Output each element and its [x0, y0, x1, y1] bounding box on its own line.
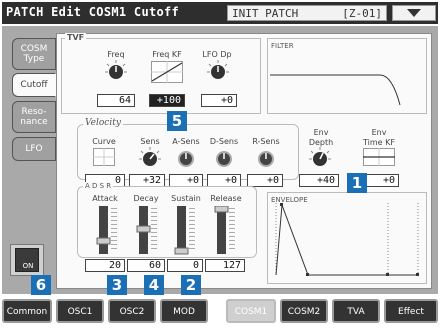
- release-value[interactable]: 127: [205, 259, 245, 272]
- tab-label: Effect: [398, 307, 424, 317]
- on-button-face: ON: [15, 248, 39, 272]
- tab-common[interactable]: Common: [2, 299, 52, 323]
- decay-value[interactable]: 60: [127, 259, 165, 272]
- tab-label: OSC2: [119, 307, 145, 317]
- d-sens-knob[interactable]: [213, 148, 235, 168]
- env-depth-value[interactable]: +40: [299, 174, 339, 187]
- a-sens-label: A-Sens: [172, 137, 200, 146]
- callout-4: 4: [144, 275, 164, 295]
- lfo-depth-label: LFO Dp: [202, 50, 232, 59]
- tab-effect[interactable]: Effect: [384, 299, 438, 323]
- tab-osc1[interactable]: OSC1: [56, 299, 104, 323]
- tab-resonance[interactable]: Reso- nance: [12, 101, 56, 133]
- lfo-depth-value[interactable]: +0: [201, 94, 237, 107]
- tab-tva[interactable]: TVA: [332, 299, 380, 323]
- tab-label: LFO: [25, 144, 43, 154]
- tab-lfo[interactable]: LFO: [12, 137, 56, 161]
- sens-label: Sens: [140, 137, 160, 146]
- sustain-slider[interactable]: [173, 206, 197, 256]
- tab-cosm1[interactable]: COSM1: [226, 299, 276, 323]
- tab-mod[interactable]: MOD: [160, 299, 208, 323]
- attack-slider[interactable]: [95, 206, 119, 256]
- sustain-value[interactable]: 0: [167, 259, 203, 272]
- r-sens-label: R-Sens: [252, 137, 280, 146]
- tab-label: OSC1: [67, 307, 93, 317]
- patch-edit-screen: PATCH Edit COSM1 Cutoff INIT PATCH [Z-01…: [0, 0, 442, 329]
- callout-1: 1: [347, 173, 367, 193]
- envelope-graph: [267, 192, 427, 284]
- tab-label: Reso- nance: [20, 107, 48, 127]
- on-button[interactable]: ON: [10, 244, 44, 276]
- decay-slider[interactable]: [135, 206, 159, 256]
- freq-label: Freq: [107, 50, 125, 59]
- callout-6: 6: [31, 275, 51, 295]
- callout-5: 5: [167, 111, 187, 131]
- tab-osc2[interactable]: OSC2: [108, 299, 156, 323]
- tab-label: Common: [6, 307, 48, 317]
- on-label: ON: [22, 262, 34, 270]
- filter-curve: [270, 74, 401, 106]
- tvf-title: TVF: [65, 33, 87, 42]
- callout-2: 2: [181, 275, 201, 295]
- tab-label: COSM1: [234, 307, 268, 317]
- env-time-kf-graph[interactable]: [363, 148, 395, 166]
- attack-label: Attack: [92, 194, 118, 203]
- release-label: Release: [210, 194, 242, 203]
- tab-label: MOD: [173, 307, 195, 317]
- decay-label: Decay: [133, 194, 159, 203]
- envelope-title: ENVELOPE: [271, 196, 308, 204]
- velocity-title: Velocity: [83, 118, 123, 128]
- menu-button[interactable]: [392, 5, 436, 21]
- attack-value[interactable]: 20: [85, 259, 125, 272]
- lfo-depth-knob[interactable]: [207, 60, 229, 82]
- r-sens-knob[interactable]: [255, 148, 277, 168]
- patch-indicator[interactable]: INIT PATCH [Z-01]: [227, 5, 387, 21]
- tab-label: TVA: [347, 307, 365, 317]
- env-depth-label: Env Depth: [308, 128, 334, 147]
- a-sens-knob[interactable]: [175, 148, 197, 168]
- curve-graph[interactable]: [93, 148, 115, 166]
- page-title: PATCH Edit COSM1 Cutoff: [6, 5, 180, 19]
- env-time-kf-label: Env Time KF: [363, 128, 395, 147]
- callout-3: 3: [107, 275, 127, 295]
- triangle-down-icon: [407, 9, 421, 17]
- release-slider[interactable]: [213, 206, 237, 256]
- tab-label: COSM Type: [20, 44, 48, 64]
- patch-number: [Z-01]: [342, 7, 382, 20]
- curve-label: Curve: [92, 137, 116, 146]
- r-sens-value[interactable]: +0: [247, 174, 283, 187]
- freq-kf-value[interactable]: +100: [149, 94, 185, 107]
- freq-value[interactable]: 64: [97, 94, 135, 107]
- tab-cutoff[interactable]: Cutoff: [12, 73, 56, 97]
- adsr-title: A D S R: [83, 182, 114, 190]
- freq-kf-graph[interactable]: [151, 61, 183, 83]
- freq-kf-label: Freq KF: [152, 50, 182, 59]
- d-sens-label: D-Sens: [209, 137, 239, 146]
- tab-cosm2[interactable]: COSM2: [280, 299, 328, 323]
- title-bar: PATCH Edit COSM1 Cutoff INIT PATCH [Z-01…: [2, 2, 438, 24]
- tab-label: COSM2: [287, 307, 321, 317]
- env-depth-knob[interactable]: [309, 147, 331, 169]
- sustain-label: Sustain: [171, 194, 201, 203]
- tab-cosm-type[interactable]: COSM Type: [12, 38, 56, 70]
- sens-knob[interactable]: [139, 147, 161, 169]
- envelope-curve: [275, 203, 419, 276]
- tab-label: Cutoff: [20, 80, 48, 90]
- freq-knob[interactable]: [105, 60, 127, 82]
- content-panel: TVF Freq 64 Freq KF +100 LFO Dp +0 FILTE…: [56, 33, 432, 289]
- filter-title: FILTER: [271, 42, 294, 50]
- patch-name: INIT PATCH: [232, 7, 299, 20]
